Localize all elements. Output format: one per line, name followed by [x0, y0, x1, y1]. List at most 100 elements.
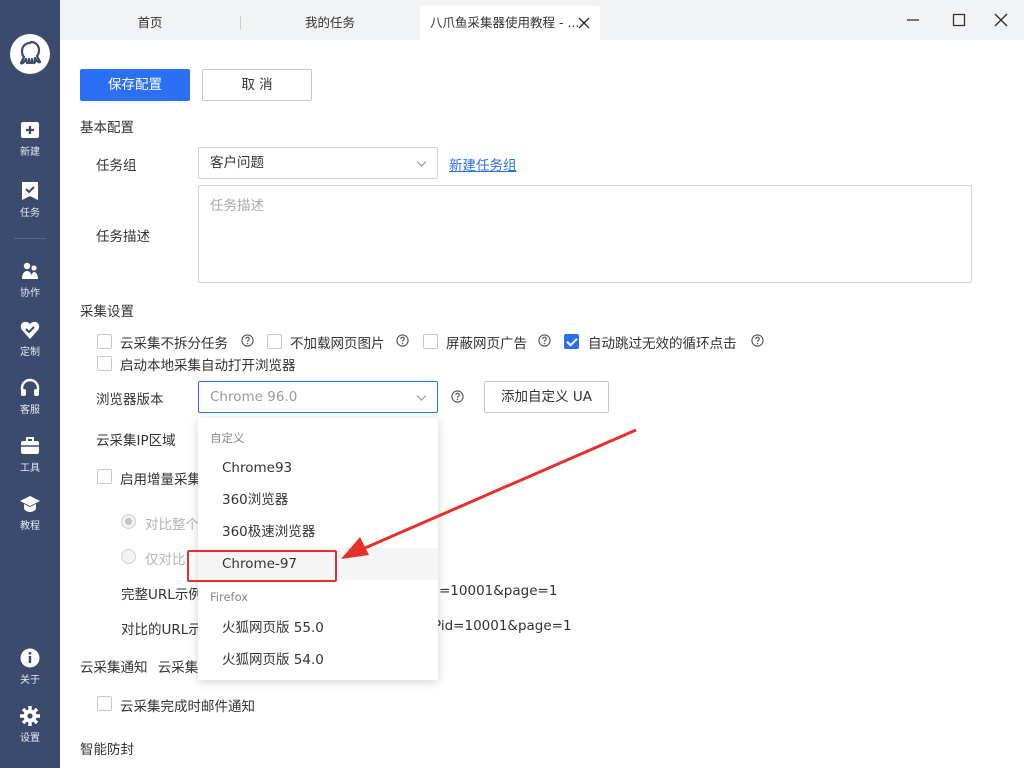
- cloud-no-split-checkbox[interactable]: [97, 334, 112, 349]
- block-ads-checkbox[interactable]: [423, 334, 438, 349]
- compare-only-radio[interactable]: [121, 549, 136, 564]
- plus-square-icon: [21, 122, 39, 138]
- sidebar-item-label: 定制: [20, 347, 40, 358]
- people-icon: [22, 262, 38, 279]
- dropdown-option[interactable]: 360极速浏览器: [198, 516, 438, 548]
- browser-version-select[interactable]: Chrome 96.0: [198, 381, 438, 413]
- section-anti-block-title: 智能防封: [80, 742, 134, 758]
- chevron-down-icon: [416, 161, 427, 167]
- tab-label: 首页: [137, 15, 163, 30]
- close-tab-icon[interactable]: [578, 17, 590, 29]
- app-logo[interactable]: [10, 34, 50, 74]
- dropdown-option[interactable]: 火狐网页版 54.0: [198, 644, 438, 676]
- full-url-example-label: 完整URL示例: [121, 587, 202, 603]
- help-icon[interactable]: [751, 334, 764, 347]
- tab-label: 我的任务: [304, 15, 355, 30]
- section-notify-title: 云采集通知 云采集: [80, 656, 198, 676]
- no-images-label: 不加载网页图片: [290, 336, 385, 352]
- save-config-button[interactable]: 保存配置: [80, 69, 190, 101]
- dropdown-option[interactable]: 火狐网页版 55.0: [198, 612, 438, 644]
- sidebar-item-label: 工具: [20, 463, 40, 474]
- info-icon: [20, 648, 40, 668]
- compare-all-label: 对比整个: [145, 517, 199, 533]
- compare-all-radio[interactable]: [121, 514, 136, 529]
- sidebar-item-label: 关于: [20, 675, 40, 686]
- sidebar-item-tasks[interactable]: 任务: [0, 178, 60, 228]
- skip-invalid-loop-checkbox[interactable]: [564, 334, 579, 349]
- heart-check-icon: [20, 321, 40, 339]
- octopus-logo-icon: [19, 40, 42, 65]
- incremental-label: 启用增量采集: [120, 472, 201, 488]
- sidebar-item-label: 任务: [20, 208, 40, 219]
- task-group-label: 任务组: [96, 158, 137, 174]
- toolbox-icon: [21, 437, 39, 454]
- tab-tutorial[interactable]: 八爪鱼采集器使用教程 - ...: [420, 6, 600, 40]
- dropdown-group-firefox: Firefox: [210, 590, 249, 604]
- auto-open-browser-label: 启动本地采集自动打开浏览器: [120, 358, 296, 374]
- sidebar: 新建 任务 协作 定制 客服 工具 教程 关于 设置: [0, 0, 60, 768]
- sidebar-item-label: 教程: [20, 521, 40, 532]
- incremental-checkbox[interactable]: [97, 469, 112, 484]
- sidebar-item-label: 新建: [20, 147, 40, 158]
- sidebar-item-collaborate[interactable]: 协作: [0, 258, 60, 308]
- sidebar-item-about[interactable]: 关于: [0, 645, 60, 695]
- notify-title-extra: 云采集: [157, 660, 199, 676]
- gear-icon: [20, 706, 40, 726]
- tab-label: 八爪鱼采集器使用教程 - ...: [430, 15, 580, 30]
- notify-title: 云采集通知: [80, 660, 148, 676]
- browser-version-value: Chrome 96.0: [210, 389, 298, 405]
- close-window-icon[interactable]: [993, 12, 1009, 28]
- full-url-example-value: =10001&page=1: [439, 583, 558, 599]
- minimize-icon[interactable]: [905, 12, 921, 28]
- auto-open-browser-checkbox[interactable]: [97, 356, 112, 371]
- new-task-group-link[interactable]: 新建任务组: [449, 154, 517, 174]
- block-ads-label: 屏蔽网页广告: [446, 336, 527, 352]
- email-notify-checkbox[interactable]: [97, 696, 112, 711]
- maximize-icon[interactable]: [951, 12, 967, 28]
- sidebar-item-settings[interactable]: 设置: [0, 703, 60, 753]
- compare-only-label: 仅对比: [145, 552, 186, 568]
- add-custom-ua-button[interactable]: 添加自定义 UA: [484, 381, 609, 413]
- sidebar-item-new[interactable]: 新建: [0, 117, 60, 167]
- help-icon[interactable]: [241, 334, 254, 347]
- no-images-checkbox[interactable]: [267, 334, 282, 349]
- sidebar-item-custom[interactable]: 定制: [0, 317, 60, 367]
- annotation-highlight-box: [187, 550, 337, 582]
- help-icon[interactable]: [451, 390, 464, 403]
- task-group-value: 客户问题: [210, 155, 264, 171]
- sidebar-item-support[interactable]: 客服: [0, 375, 60, 425]
- help-icon[interactable]: [538, 334, 551, 347]
- sidebar-item-label: 客服: [20, 405, 40, 416]
- compare-url-example-label: 对比的URL示: [121, 622, 202, 638]
- tab-home[interactable]: 首页: [60, 6, 240, 40]
- task-check-icon: [22, 182, 38, 200]
- chevron-down-icon: [416, 395, 427, 401]
- sidebar-divider: [14, 238, 46, 239]
- dropdown-option[interactable]: 360浏览器: [198, 484, 438, 516]
- section-basic-title: 基本配置: [80, 120, 134, 136]
- skip-invalid-loop-label: 自动跳过无效的循环点击: [588, 336, 737, 352]
- tab-my-tasks[interactable]: 我的任务: [241, 6, 419, 40]
- sidebar-item-tutorial[interactable]: 教程: [0, 491, 60, 541]
- tab-bar: 首页 我的任务 八爪鱼采集器使用教程 - ...: [60, 0, 1024, 40]
- scrollbar[interactable]: [1016, 40, 1024, 768]
- email-notify-label: 云采集完成时邮件通知: [120, 699, 255, 715]
- compare-url-example-value: Pid=10001&page=1: [433, 618, 572, 634]
- graduation-cap-icon: [20, 496, 40, 512]
- task-description-textarea[interactable]: 任务描述: [198, 185, 972, 283]
- sidebar-item-label: 设置: [20, 733, 40, 744]
- help-icon[interactable]: [396, 334, 409, 347]
- dropdown-group-custom: 自定义: [210, 431, 245, 445]
- cloud-ip-region-label: 云采集IP区域: [96, 433, 176, 449]
- task-group-select[interactable]: 客户问题: [198, 147, 438, 179]
- dropdown-option[interactable]: Chrome93: [198, 452, 438, 484]
- sidebar-item-tools[interactable]: 工具: [0, 433, 60, 483]
- task-description-placeholder: 任务描述: [210, 198, 264, 214]
- task-description-label: 任务描述: [96, 229, 150, 245]
- sidebar-item-label: 协作: [20, 288, 40, 299]
- cancel-button[interactable]: 取 消: [202, 69, 312, 101]
- browser-version-dropdown: 自定义 Chrome93 360浏览器 360极速浏览器 Chrome-97 F…: [198, 418, 438, 680]
- browser-version-label: 浏览器版本: [96, 392, 164, 408]
- section-collect-title: 采集设置: [80, 304, 134, 320]
- cloud-no-split-label: 云采集不拆分任务: [120, 336, 228, 352]
